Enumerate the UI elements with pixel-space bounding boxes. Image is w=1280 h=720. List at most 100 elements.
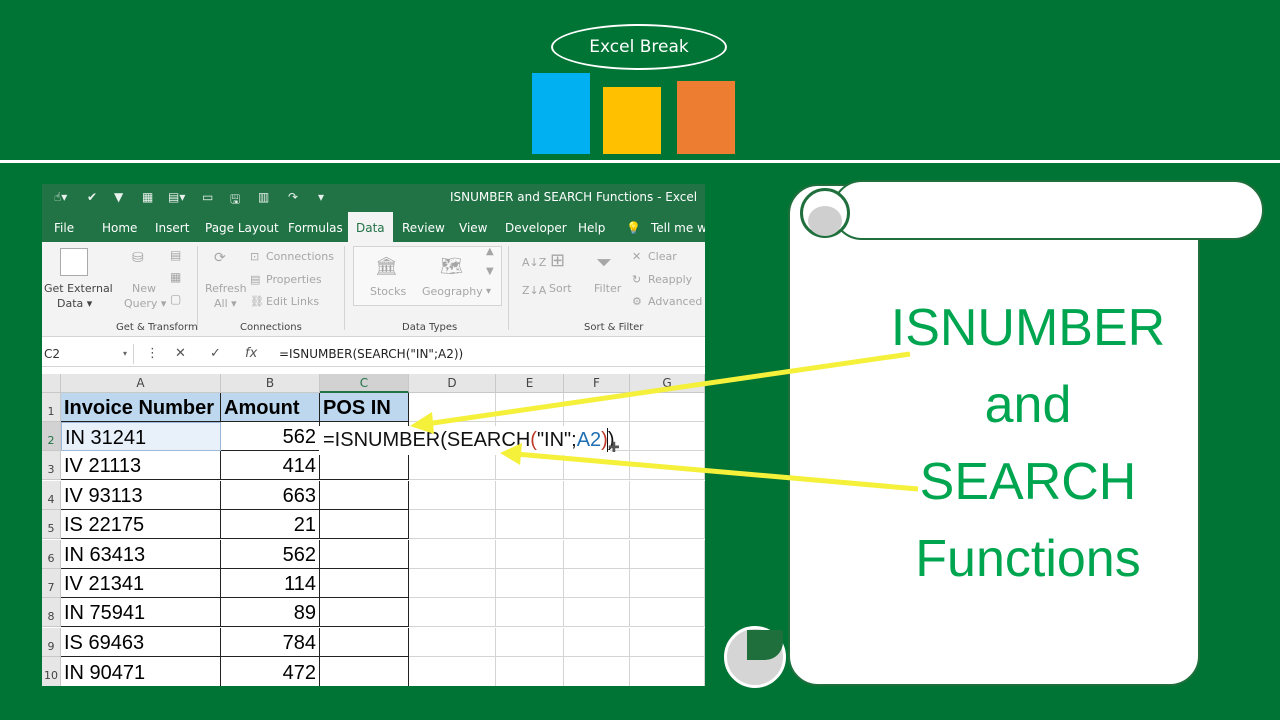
empty-cell[interactable] [409, 628, 496, 657]
tab-help[interactable]: Help [578, 212, 605, 242]
customize-qat-icon[interactable]: ▾ [318, 190, 324, 204]
empty-cell[interactable] [409, 481, 496, 510]
column-header-d[interactable]: D [409, 374, 496, 393]
empty-cell[interactable] [496, 451, 564, 480]
pos-in-cell[interactable] [320, 657, 409, 686]
sort-button[interactable]: Sort [549, 282, 572, 295]
redo-icon[interactable]: ↷ [288, 190, 298, 204]
header-cell-a[interactable]: Invoice Number [61, 393, 221, 422]
empty-cell[interactable] [630, 628, 705, 657]
row-header-5[interactable]: 5 [42, 510, 61, 539]
header-cell-c[interactable]: POS IN [320, 393, 409, 422]
empty-cell[interactable] [630, 481, 705, 510]
empty-cell[interactable] [496, 598, 564, 627]
empty-cell[interactable] [564, 628, 630, 657]
empty-cell[interactable] [496, 510, 564, 539]
empty-cell[interactable] [409, 540, 496, 569]
empty-cell[interactable] [409, 393, 496, 422]
pos-in-cell[interactable] [320, 569, 409, 598]
preview-icon[interactable]: ▥ [258, 190, 269, 204]
recent-sources-icon[interactable]: ▢ [170, 292, 181, 306]
geography-button[interactable]: Geography [422, 285, 483, 298]
empty-cell[interactable] [564, 481, 630, 510]
pos-in-cell[interactable] [320, 598, 409, 627]
select-all-corner[interactable] [42, 374, 61, 393]
tab-developer[interactable]: Developer [505, 212, 567, 242]
column-header-f[interactable]: F [564, 374, 630, 393]
sort-az-icon[interactable]: A↓Z [522, 256, 546, 269]
empty-cell[interactable] [409, 510, 496, 539]
row-header-3[interactable]: 3 [42, 451, 61, 480]
connections-button[interactable]: Connections [266, 250, 334, 263]
pos-in-cell[interactable] [320, 510, 409, 539]
empty-cell[interactable] [630, 422, 705, 451]
empty-cell[interactable] [409, 451, 496, 480]
tab-page-layout[interactable]: Page Layout [205, 212, 279, 242]
empty-cell[interactable] [630, 510, 705, 539]
empty-cell[interactable] [630, 657, 705, 686]
pos-in-cell[interactable] [320, 540, 409, 569]
empty-cell[interactable] [409, 569, 496, 598]
empty-cell[interactable] [630, 393, 705, 422]
table-icon[interactable]: ▤▾ [168, 190, 185, 204]
invoice-cell[interactable]: IN 63413 [61, 540, 221, 569]
gallery-down-icon[interactable]: ▼ [486, 266, 494, 277]
row-header-7[interactable]: 7 [42, 569, 61, 598]
amount-cell[interactable]: 663 [221, 481, 320, 510]
get-external-data-button[interactable]: Get External [44, 282, 113, 295]
invoice-cell[interactable]: IS 69463 [61, 628, 221, 657]
row-header-6[interactable]: 6 [42, 540, 61, 569]
tab-review[interactable]: Review [402, 212, 445, 242]
invoice-cell[interactable]: IS 22175 [61, 510, 221, 539]
empty-cell[interactable] [496, 657, 564, 686]
pos-in-cell[interactable] [320, 481, 409, 510]
amount-cell[interactable]: 562 [221, 422, 320, 451]
header-cell-b[interactable]: Amount [221, 393, 320, 422]
tab-insert[interactable]: Insert [155, 212, 189, 242]
column-header-g[interactable]: G [630, 374, 705, 393]
invoice-cell[interactable]: IV 21113 [61, 451, 221, 480]
row-header-10[interactable]: 10 [42, 657, 61, 686]
row-header-8[interactable]: 8 [42, 598, 61, 627]
empty-cell[interactable] [630, 598, 705, 627]
formula-input[interactable]: =ISNUMBER(SEARCH("IN";A2)) [279, 344, 463, 364]
cancel-button[interactable]: ✕ [175, 344, 186, 364]
pos-in-cell[interactable] [320, 451, 409, 480]
pivot-icon[interactable]: ▦ [142, 190, 153, 204]
column-header-c[interactable]: C [320, 374, 409, 393]
filter-icon[interactable]: ▼ [114, 190, 123, 204]
stocks-button[interactable]: Stocks [370, 285, 406, 298]
invoice-cell[interactable]: IV 93113 [61, 481, 221, 510]
invoice-cell[interactable]: IN 31241 [61, 422, 221, 451]
edit-links-button[interactable]: Edit Links [266, 295, 319, 308]
reapply-button[interactable]: Reapply [648, 273, 692, 286]
tell-me-input[interactable]: Tell me wh [651, 212, 705, 242]
empty-cell[interactable] [630, 540, 705, 569]
name-box[interactable]: C2 [42, 344, 134, 364]
amount-cell[interactable]: 21 [221, 510, 320, 539]
empty-cell[interactable] [630, 569, 705, 598]
new-query-button[interactable]: New [132, 282, 156, 295]
column-header-a[interactable]: A [61, 374, 221, 393]
empty-cell[interactable] [630, 451, 705, 480]
insert-function-button[interactable]: fx [245, 344, 257, 364]
new-query-dropdown[interactable]: Query ▾ [124, 297, 166, 310]
amount-cell[interactable]: 472 [221, 657, 320, 686]
tab-formulas[interactable]: Formulas [288, 212, 343, 242]
refresh-all-button[interactable]: Refresh [205, 282, 247, 295]
gallery-up-icon[interactable]: ▲ [486, 246, 494, 257]
show-queries-icon[interactable]: ▤ [170, 248, 181, 262]
amount-cell[interactable]: 784 [221, 628, 320, 657]
empty-cell[interactable] [496, 569, 564, 598]
tab-file[interactable]: File [54, 212, 74, 242]
column-header-e[interactable]: E [496, 374, 564, 393]
amount-cell[interactable]: 414 [221, 451, 320, 480]
empty-cell[interactable] [564, 569, 630, 598]
row-header-9[interactable]: 9 [42, 628, 61, 657]
empty-cell[interactable] [564, 451, 630, 480]
from-table-icon[interactable]: ▦ [170, 270, 181, 284]
clear-button[interactable]: Clear [648, 250, 677, 263]
save-icon[interactable]: 🖫 [230, 190, 240, 211]
pos-in-cell[interactable] [320, 628, 409, 657]
enter-button[interactable]: ✓ [210, 344, 221, 364]
